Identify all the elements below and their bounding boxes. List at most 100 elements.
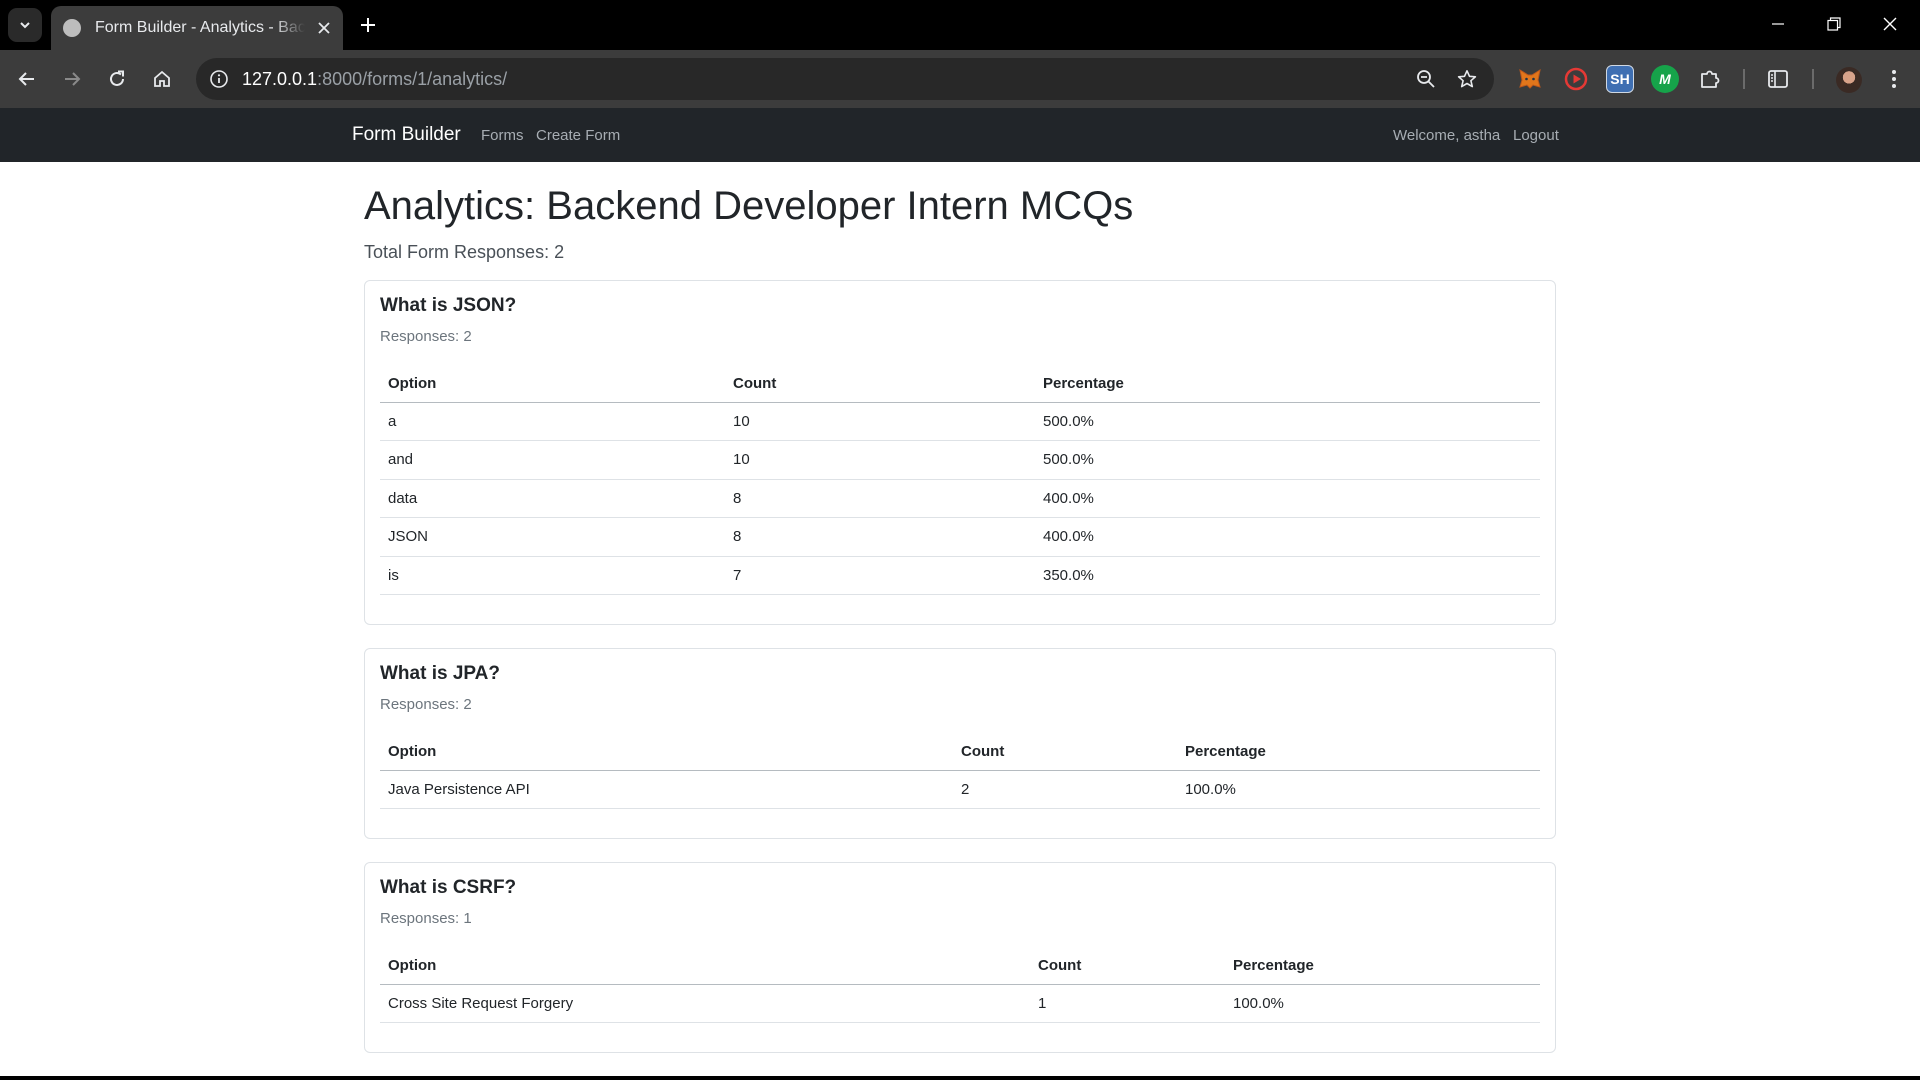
count-cell: 7	[725, 556, 1035, 595]
count-cell: 1	[1030, 984, 1225, 1023]
arrow-right-icon	[65, 72, 81, 86]
navbar-brand[interactable]: Form Builder	[352, 124, 461, 146]
options-table: Option Count Percentage Cross Site Reque…	[380, 947, 1540, 1023]
column-header-count: Count	[725, 365, 1035, 403]
tab-search-button[interactable]	[8, 8, 42, 42]
percentage-cell: 400.0%	[1035, 479, 1540, 518]
question-responses: Responses: 1	[380, 910, 472, 927]
percentage-cell: 100.0%	[1177, 770, 1540, 809]
toolbar-divider	[1812, 69, 1814, 89]
reload-icon	[110, 70, 124, 86]
address-bar[interactable]: 127.0.0.1:8000/forms/1/analytics/	[196, 58, 1494, 100]
question-title: What is CSRF?	[380, 877, 517, 898]
forward-button[interactable]	[54, 61, 90, 97]
zoom-icon[interactable]	[1414, 67, 1438, 91]
toolbar-divider	[1743, 69, 1745, 89]
plus-icon	[361, 18, 375, 32]
percentage-cell: 100.0%	[1225, 984, 1540, 1023]
url-text[interactable]: 127.0.0.1:8000/forms/1/analytics/	[242, 69, 507, 90]
question-card-json: What is JSON? Responses: 2 Option Count …	[364, 280, 1556, 625]
kebab-menu-icon[interactable]	[1880, 65, 1908, 93]
table-header-row: Option Count Percentage	[380, 733, 1540, 771]
new-tab-button[interactable]	[353, 10, 383, 40]
option-cell: a	[380, 402, 725, 441]
options-table: Option Count Percentage Java Persistence…	[380, 733, 1540, 809]
metamask-icon[interactable]	[1516, 65, 1544, 93]
column-header-count: Count	[953, 733, 1177, 771]
nav-link-forms[interactable]: Forms	[481, 127, 524, 144]
table-row: a 10 500.0%	[380, 402, 1540, 441]
percentage-cell: 400.0%	[1035, 517, 1540, 557]
tab-title: Form Builder - Analytics - Backend Devel…	[95, 19, 305, 36]
minimize-icon	[1772, 23, 1784, 25]
question-responses: Responses: 2	[380, 328, 472, 345]
welcome-text: Welcome, astha	[1393, 127, 1501, 144]
column-header-option: Option	[380, 733, 953, 771]
browser-tab-strip: Form Builder - Analytics - Backend Devel…	[0, 0, 1920, 50]
count-cell: 10	[725, 440, 1035, 480]
option-cell: Java Persistence API	[380, 770, 953, 809]
option-cell: data	[380, 479, 725, 518]
question-card-jpa: What is JPA? Responses: 2 Option Count P…	[364, 648, 1556, 839]
close-window-button[interactable]	[1868, 6, 1912, 42]
options-table: Option Count Percentage a 10 500.0% and …	[380, 365, 1540, 595]
logout-link[interactable]: Logout	[1513, 127, 1559, 144]
close-icon[interactable]	[313, 17, 335, 39]
restore-button[interactable]	[1812, 6, 1856, 42]
back-button[interactable]	[9, 61, 45, 97]
count-cell: 8	[725, 479, 1035, 518]
question-title: What is JSON?	[380, 295, 517, 316]
column-header-percentage: Percentage	[1035, 365, 1540, 403]
column-header-option: Option	[380, 365, 725, 403]
question-card-csrf: What is CSRF? Responses: 1 Option Count …	[364, 862, 1556, 1053]
browser-toolbar: 127.0.0.1:8000/forms/1/analytics/ SH M	[0, 50, 1920, 108]
home-button[interactable]	[144, 61, 180, 97]
option-cell: Cross Site Request Forgery	[380, 984, 1030, 1023]
puzzle-icon[interactable]	[1696, 65, 1724, 93]
table-row: is 7 350.0%	[380, 556, 1540, 595]
site-navbar: Form Builder Forms Create Form Welcome, …	[0, 108, 1920, 162]
table-row: Java Persistence API 2 100.0%	[380, 770, 1540, 809]
option-cell: is	[380, 556, 725, 595]
restore-icon	[1827, 17, 1841, 31]
browser-tab-active[interactable]: Form Builder - Analytics - Backend Devel…	[51, 6, 343, 50]
column-header-percentage: Percentage	[1225, 947, 1540, 985]
total-responses: Total Form Responses: 2	[364, 242, 565, 262]
star-icon[interactable]	[1455, 67, 1479, 91]
url-path: :8000/forms/1/analytics/	[317, 69, 508, 89]
count-cell: 2	[953, 770, 1177, 809]
arrow-left-icon	[18, 72, 34, 86]
option-cell: and	[380, 440, 725, 480]
m-icon[interactable]: M	[1651, 65, 1679, 93]
window-bottom-edge	[0, 1076, 1920, 1080]
question-title: What is JPA?	[380, 663, 500, 684]
question-responses: Responses: 2	[380, 696, 472, 713]
chevron-down-icon	[20, 22, 30, 29]
globe-icon	[63, 19, 81, 37]
percentage-cell: 500.0%	[1035, 402, 1540, 441]
option-cell: JSON	[380, 517, 725, 557]
page-title: Analytics: Backend Developer Intern MCQs	[364, 184, 1134, 228]
column-header-option: Option	[380, 947, 1030, 985]
table-row: data 8 400.0%	[380, 479, 1540, 518]
reload-button[interactable]	[99, 61, 135, 97]
record-icon[interactable]	[1562, 65, 1590, 93]
nav-link-create-form[interactable]: Create Form	[536, 127, 620, 144]
percentage-cell: 500.0%	[1035, 440, 1540, 480]
minimize-button[interactable]	[1756, 6, 1800, 42]
side-panel-icon[interactable]	[1764, 65, 1792, 93]
table-row: Cross Site Request Forgery 1 100.0%	[380, 984, 1540, 1023]
table-header-row: Option Count Percentage	[380, 947, 1540, 985]
sh-icon[interactable]: SH	[1606, 65, 1634, 93]
home-icon	[154, 70, 170, 87]
table-row: JSON 8 400.0%	[380, 517, 1540, 557]
column-header-count: Count	[1030, 947, 1225, 985]
avatar[interactable]	[1836, 67, 1862, 93]
table-header-row: Option Count Percentage	[380, 365, 1540, 403]
table-row: and 10 500.0%	[380, 440, 1540, 480]
column-header-percentage: Percentage	[1177, 733, 1540, 771]
count-cell: 8	[725, 517, 1035, 557]
url-host: 127.0.0.1	[242, 69, 318, 89]
percentage-cell: 350.0%	[1035, 556, 1540, 595]
info-icon[interactable]	[208, 68, 230, 90]
